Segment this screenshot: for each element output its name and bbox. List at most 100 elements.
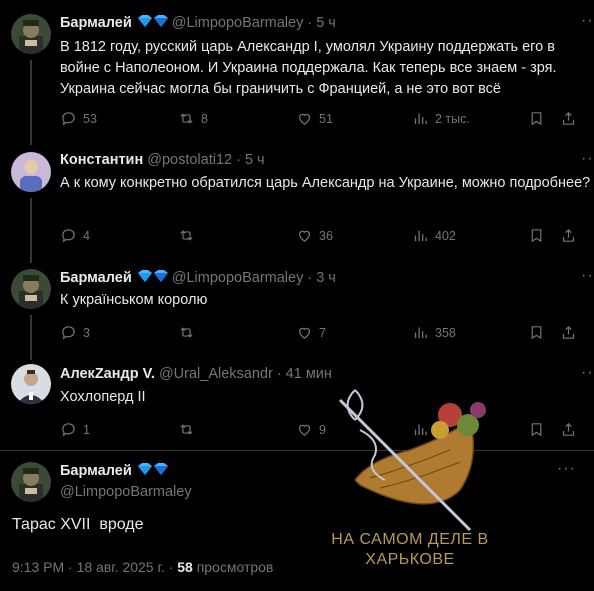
- watermark-line-2: ХАРЬКОВЕ: [365, 551, 455, 568]
- like-count: 36: [319, 228, 333, 243]
- tweet-text: К українськом королю: [60, 292, 208, 308]
- share-icon: [562, 111, 575, 125]
- share-button[interactable]: [560, 421, 577, 438]
- reply-icon: [62, 326, 75, 340]
- author-handle[interactable]: @LimpopoBarmaley: [60, 484, 192, 500]
- author-handle[interactable]: @Ural_Aleksandr: [159, 366, 273, 382]
- avatar[interactable]: [11, 269, 51, 309]
- tweet-actions: 4 36 402: [60, 227, 594, 247]
- avatar[interactable]: [11, 14, 51, 54]
- thread-line: [30, 315, 32, 360]
- avatar[interactable]: [11, 152, 51, 192]
- bookmark-button[interactable]: [528, 324, 545, 341]
- repost-count: 8: [201, 111, 208, 126]
- tweet-header: АлекZандр V. @Ural_Aleksandr · 41 мин: [60, 366, 332, 382]
- views-button[interactable]: 358: [412, 324, 456, 341]
- share-button[interactable]: [560, 110, 577, 127]
- tweet-timestamp[interactable]: 9:13 PM · 18 авг. 2025 г. ·: [12, 559, 173, 575]
- reply-button[interactable]: 4: [60, 227, 90, 244]
- reply-button[interactable]: 53: [60, 110, 97, 127]
- dot-separator: ·: [276, 366, 282, 382]
- more-icon[interactable]: ···: [581, 364, 594, 382]
- bookmark-button[interactable]: [528, 227, 545, 244]
- bookmark-icon: [531, 229, 542, 243]
- thread-line: [30, 60, 32, 145]
- reply-button[interactable]: 3: [60, 324, 90, 341]
- tweet-time[interactable]: 3 ч: [316, 270, 336, 286]
- like-button[interactable]: 36: [296, 227, 333, 244]
- views-count: 358: [435, 325, 456, 340]
- reply-count: 53: [83, 111, 97, 126]
- author-name[interactable]: АлекZандр V.: [60, 366, 155, 382]
- repost-icon: [180, 230, 193, 241]
- tweet-header: Бармалей @LimpopoBarmaley · 3 ч: [60, 269, 336, 287]
- reply-count: 3: [83, 325, 90, 340]
- tweet-3[interactable]: Бармалей @LimpopoBarmaley · 3 ч ··· К ук…: [0, 263, 594, 360]
- avatar[interactable]: [11, 462, 51, 502]
- avatar[interactable]: [11, 364, 51, 404]
- like-icon: [298, 327, 311, 339]
- main-tweet-text: Тарас XVII вроде: [12, 516, 144, 533]
- repost-button[interactable]: [178, 324, 201, 341]
- tweet-actions: 53 8 51 2 тыс.: [60, 110, 594, 130]
- more-icon[interactable]: ···: [581, 150, 594, 168]
- views-label: просмотров: [196, 559, 274, 575]
- views-icon: [414, 230, 427, 242]
- author-name[interactable]: Константин: [60, 152, 143, 168]
- tweet-2[interactable]: Константин @postolati12 · 5 ч ··· А к ко…: [0, 145, 594, 263]
- repost-icon: [180, 327, 193, 338]
- repost-icon: [180, 424, 193, 435]
- reply-count: 4: [83, 228, 90, 243]
- author-handle[interactable]: @postolati12: [147, 152, 232, 168]
- tweet-header: Бармалей @LimpopoBarmaley · 5 ч: [60, 14, 336, 32]
- share-icon: [562, 422, 575, 436]
- thread-line: [30, 198, 32, 263]
- verified-badge-icon: [136, 269, 168, 287]
- views-button[interactable]: 2 тыс.: [412, 110, 470, 127]
- share-button[interactable]: [560, 227, 577, 244]
- share-icon: [562, 325, 575, 339]
- tweet-actions: 3 7 358: [60, 324, 594, 344]
- repost-icon: [180, 113, 193, 124]
- views-icon: [414, 113, 427, 125]
- verified-badge-icon: [136, 14, 168, 32]
- reply-icon: [62, 423, 75, 437]
- bookmark-button[interactable]: [528, 110, 545, 127]
- tweet-time[interactable]: 5 ч: [245, 152, 265, 168]
- like-button[interactable]: 51: [296, 110, 333, 127]
- more-icon[interactable]: ···: [581, 12, 594, 30]
- reply-icon: [62, 229, 75, 243]
- author-name[interactable]: Бармалей: [60, 463, 132, 479]
- views-count: 402: [435, 228, 456, 243]
- repost-button[interactable]: 8: [178, 110, 208, 127]
- repost-button[interactable]: [178, 421, 201, 438]
- views-button[interactable]: 402: [412, 227, 456, 244]
- reply-button[interactable]: 1: [60, 421, 90, 438]
- author-name[interactable]: Бармалей: [60, 270, 132, 286]
- share-icon: [562, 228, 575, 242]
- tweet-header: Бармалей: [60, 462, 168, 480]
- bookmark-icon: [531, 423, 542, 437]
- views-number: 58: [177, 559, 193, 575]
- author-name[interactable]: Бармалей: [60, 15, 132, 31]
- bookmark-button[interactable]: [528, 421, 545, 438]
- more-icon[interactable]: ···: [581, 267, 594, 285]
- tweet-1[interactable]: Бармалей @LimpopoBarmaley · 5 ч ··· В 18…: [0, 0, 594, 145]
- watermark-text: НА САМОМ ДЕЛЕ В ХАРЬКОВЕ: [300, 530, 520, 570]
- like-button[interactable]: 7: [296, 324, 326, 341]
- more-icon[interactable]: ···: [557, 460, 576, 478]
- dot-separator: ·: [307, 270, 313, 286]
- views-icon: [414, 327, 427, 339]
- verified-badge-icon: [136, 462, 168, 480]
- tweet-text: А к кому конкретно обратился царь Алекса…: [60, 175, 591, 191]
- tweet-time[interactable]: 5 ч: [316, 15, 336, 31]
- reply-icon: [62, 112, 75, 126]
- tweet-meta: 9:13 PM · 18 авг. 2025 г. · 58 просмотро…: [12, 559, 273, 575]
- author-handle[interactable]: @LimpopoBarmaley: [172, 15, 304, 31]
- repost-button[interactable]: [178, 227, 201, 244]
- like-icon: [298, 230, 311, 242]
- share-button[interactable]: [560, 324, 577, 341]
- author-handle[interactable]: @LimpopoBarmaley: [172, 270, 304, 286]
- tweet-text: В 1812 году, русский царь Александр I, у…: [60, 39, 557, 97]
- like-count: 7: [319, 325, 326, 340]
